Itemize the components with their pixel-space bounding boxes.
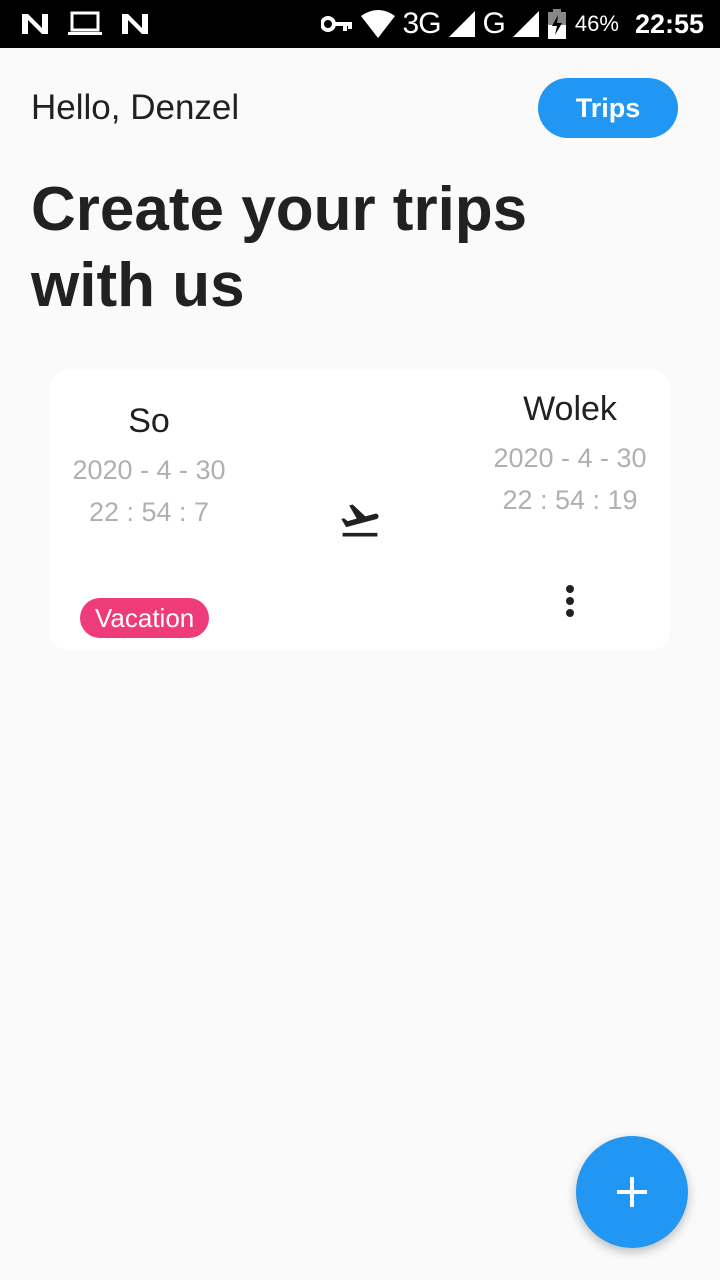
arrival-block: Wolek 2020 - 4 - 30 22 : 54 : 19 — [470, 390, 670, 521]
trips-button[interactable]: Trips — [538, 78, 678, 138]
clock: 22:55 — [634, 8, 704, 39]
n-notification-icon — [22, 14, 48, 34]
signal-icon — [448, 11, 475, 37]
flight-takeoff-icon — [341, 504, 379, 537]
key-icon — [320, 16, 352, 32]
page-title: Create your trips with us — [31, 175, 528, 320]
laptop-icon — [68, 11, 102, 35]
signal-icon — [512, 11, 539, 37]
status-bar: 3G G 46% 22:55 — [0, 0, 720, 48]
arrival-time: 22 : 54 : 19 — [502, 485, 638, 515]
n-notification-icon — [122, 14, 148, 34]
network-3g-label: 3G — [402, 7, 442, 40]
departure-time: 22 : 54 : 7 — [88, 497, 210, 527]
departure-block: So 2020 - 4 - 30 22 : 54 : 7 — [50, 402, 248, 533]
arrival-city: Wolek — [523, 390, 617, 428]
departure-date: 2020 - 4 - 30 — [72, 455, 226, 485]
more-vert-icon[interactable] — [555, 583, 585, 623]
greeting-text: Hello, Denzel — [31, 88, 240, 127]
add-trip-button[interactable] — [576, 1136, 688, 1248]
battery-icon — [547, 9, 566, 39]
departure-city: So — [128, 402, 170, 440]
battery-percent: 46% — [574, 11, 619, 36]
arrival-date: 2020 - 4 - 30 — [493, 443, 647, 473]
trip-card[interactable]: So 2020 - 4 - 30 22 : 54 : 7 Wolek 2020 … — [50, 370, 670, 650]
network-g-label: G — [482, 7, 506, 40]
plus-icon — [617, 1177, 647, 1207]
trip-type-badge: Vacation — [80, 598, 210, 638]
wifi-icon — [360, 10, 395, 38]
